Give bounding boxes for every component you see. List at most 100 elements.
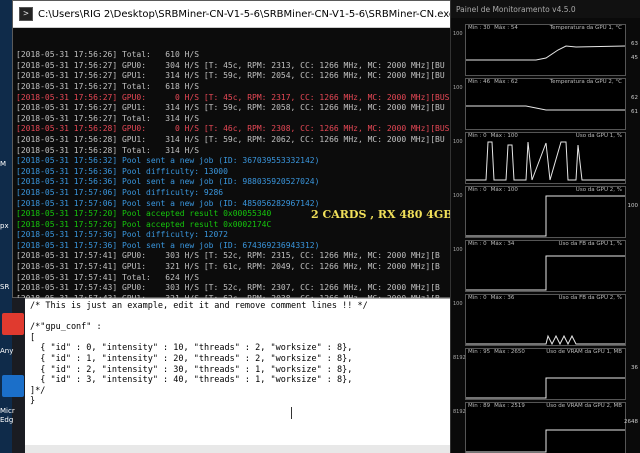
graph-plot — [466, 334, 625, 345]
monitor-graph[interactable]: Min : 0 Máx : 100 Uso da GPU 2, % 100 100 — [453, 186, 638, 238]
graph-min: Min : 0 — [468, 133, 487, 139]
horizontal-scrollbar[interactable] — [25, 445, 450, 453]
graph-current-value: 62 — [631, 95, 638, 101]
graph-axis-max: 100 — [453, 193, 463, 199]
editor-line: /*"gpu_conf" : — [30, 322, 102, 333]
graph-current-value: 36 — [631, 365, 638, 371]
desktop-background: M px SR Any Micr Edg — [0, 0, 24, 453]
graph-current-value: 63 — [631, 41, 638, 47]
console-line: [2018-05-31 17:56:27] GPU1: 314 H/S [T: … — [16, 103, 445, 113]
console-line: [2018-05-31 17:57:06] Pool difficulty: 9… — [16, 187, 224, 197]
anydesk-icon[interactable] — [2, 313, 24, 335]
graph-header: Min : 46 Máx : 62 Temperatura da GPU 2, °C — [466, 79, 625, 85]
graph-axis-max: 100 — [453, 139, 463, 145]
graph-label: Uso da FB da GPU 1, % — [558, 241, 622, 247]
editor-text[interactable]: /* This is just an example, edit it and … — [25, 299, 450, 407]
graph-max: Máx : 36 — [490, 295, 515, 301]
console-app-icon: > — [19, 7, 33, 21]
console-line: [2018-05-31 17:57:36] Pool difficulty: 1… — [16, 230, 228, 240]
console-line: [2018-05-31 17:57:41] Total: 624 H/S — [16, 272, 200, 282]
graph-max: Máx : 34 — [490, 241, 515, 247]
graph-axis-max: 100 — [453, 85, 463, 91]
monitor-graph[interactable]: Min : 95 Máx : 2650 Uso de VRAM da GPU 1, … — [453, 348, 638, 400]
graph-header: Min : 0 Máx : 100 Uso da GPU 1, % — [466, 133, 625, 139]
graph-max: Máx : 100 — [490, 133, 518, 139]
editor-line: { "id" : 3, "intensity" : 40, "threads" … — [30, 375, 353, 386]
monitor-graph[interactable]: Min : 46 Máx : 62 Temperatura da GPU 2, °C… — [453, 78, 638, 130]
console-line: [2018-05-31 17:56:26] Total: 610 H/S — [16, 50, 200, 60]
console-line: [2018-05-31 17:57:41] GPU1: 321 H/S [T: … — [16, 262, 440, 272]
console-title-bar[interactable]: > C:\Users\RIG 2\Desktop\SRBMiner-CN-V1-… — [13, 1, 459, 28]
graph-min: Min : 0 — [468, 187, 487, 193]
graph-plot — [466, 141, 625, 181]
graph-header: Min : 89 Máx : 2519 Uso de VRAM da GPU 2, … — [466, 403, 625, 409]
console-line: [2018-05-31 17:56:32] Pool sent a new jo… — [16, 156, 320, 166]
graph-min: Min : 95 — [468, 349, 491, 355]
graph-min: Min : 30 — [468, 25, 491, 31]
editor-line: { "id" : 1, "intensity" : 20, "threads" … — [30, 353, 353, 364]
edge-icon[interactable] — [2, 375, 24, 397]
monitor-graph[interactable]: Min : 30 Máx : 54 Temperatura da GPU 1, °C… — [453, 24, 638, 76]
console-line: [2018-05-31 17:57:41] GPU0: 303 H/S [T: … — [16, 251, 440, 261]
graph-header: Min : 95 Máx : 2650 Uso de VRAM da GPU 1, … — [466, 349, 625, 355]
editor-line: { "id" : 0, "intensity" : 10, "threads" … — [30, 343, 353, 354]
monitor-title: Painel de Monitoramento v4.5.0 — [451, 0, 640, 18]
graph-current-value: 100 — [627, 203, 639, 209]
console-line: [2018-05-31 17:56:28] GPU1: 314 H/S [T: … — [16, 134, 445, 144]
text-cursor-icon — [291, 407, 297, 419]
monitor-graph[interactable]: Min : 0 Máx : 34 Uso da FB da GPU 1, % 100 — [453, 240, 626, 292]
graph-min: Min : 89 — [468, 403, 491, 409]
graph-axis-max: 100 — [453, 247, 463, 253]
graph-min: Min : 0 — [468, 241, 487, 247]
console-line: [2018-05-31 17:56:28] GPU0: 0 H/S [T: 46… — [16, 124, 450, 134]
console-line: [2018-05-31 17:57:26] Pool accepted resu… — [16, 219, 272, 229]
console-line: [2018-05-31 17:56:36] Pool difficulty: 1… — [16, 166, 228, 176]
console-title: C:\Users\RIG 2\Desktop\SRBMiner-CN-V1-5-… — [38, 8, 456, 20]
graph-axis-max: 8192 — [453, 409, 466, 415]
console-line: [2018-05-31 17:56:27] GPU0: 0 H/S [T: 45… — [16, 92, 450, 102]
graph-min: Min : 0 — [468, 295, 487, 301]
console-line: [2018-05-31 17:57:36] Pool sent a new jo… — [16, 240, 320, 250]
editor-line: ]*/ — [30, 385, 46, 396]
graph-header: Min : 0 Máx : 34 Uso da FB da GPU 1, % — [466, 241, 625, 247]
editor-line: [ — [30, 332, 36, 343]
config-editor[interactable]: /* This is just an example, edit it and … — [25, 298, 450, 453]
console-line: [2018-05-31 17:56:27] Total: 314 H/S — [16, 113, 200, 123]
graph-label: Uso da GPU 2, % — [575, 187, 622, 193]
graph-axis-max: 100 — [453, 31, 463, 37]
graph-header: Min : 0 Máx : 100 Uso da GPU 2, % — [466, 187, 625, 193]
graph-value: 45 — [631, 55, 638, 61]
graph-max: Máx : 2519 — [494, 403, 525, 409]
editor-line: { "id" : 2, "intensity" : 30, "threads" … — [30, 364, 353, 375]
graph-axis-max: 8192 — [453, 355, 466, 361]
graph-label: Uso de VRAM da GPU 2, MB — [546, 403, 622, 409]
console-line: [2018-05-31 17:56:27] GPU0: 304 H/S [T: … — [16, 60, 445, 70]
graph-axis-max: 100 — [453, 301, 463, 307]
monitor-graph[interactable]: Min : 0 Máx : 100 Uso da GPU 1, % 100 — [453, 132, 626, 184]
graph-plot — [466, 105, 625, 111]
graph-plot — [466, 45, 625, 61]
graph-plot — [466, 255, 625, 291]
console-output: [2018-05-31 17:56:26] Total: 610 H/S [201… — [13, 28, 459, 298]
console-line: [2018-05-31 17:57:43] GPU0: 303 H/S [T: … — [16, 283, 440, 293]
graph-label: Uso de VRAM da GPU 1, MB — [546, 349, 622, 355]
console-line: [2018-05-31 17:56:36] Pool sent a new jo… — [16, 177, 320, 187]
console-annotation: 2 CARDS , RX 480 4GB — [311, 208, 453, 221]
graph-label: Temperatura da GPU 1, °C — [549, 25, 622, 31]
editor-line: } — [30, 396, 36, 407]
graph-current-value: 2648 — [624, 419, 638, 425]
graph-max: Máx : 2650 — [494, 349, 525, 355]
miner-console-window[interactable]: > C:\Users\RIG 2\Desktop\SRBMiner-CN-V1-… — [12, 0, 460, 298]
monitor-graph[interactable]: Min : 0 Máx : 36 Uso da FB da GPU 2, % 100 — [453, 294, 626, 346]
monitor-graph[interactable]: Min : 89 Máx : 2519 Uso de VRAM da GPU 2, … — [453, 402, 638, 453]
graph-max: Máx : 62 — [494, 79, 518, 85]
editor-line: /* This is just an example, edit it and … — [30, 301, 368, 311]
graph-plot — [466, 195, 625, 237]
monitoring-panel[interactable]: Painel de Monitoramento v4.5.0 Min : 30 M… — [450, 0, 640, 453]
console-line: [2018-05-31 17:56:27] Total: 618 H/S — [16, 81, 200, 91]
graph-label: Uso da FB da GPU 2, % — [558, 295, 622, 301]
graph-label: Uso da GPU 1, % — [575, 133, 622, 139]
graph-value: 61 — [631, 109, 638, 115]
graph-label: Temperatura da GPU 2, °C — [549, 79, 622, 85]
